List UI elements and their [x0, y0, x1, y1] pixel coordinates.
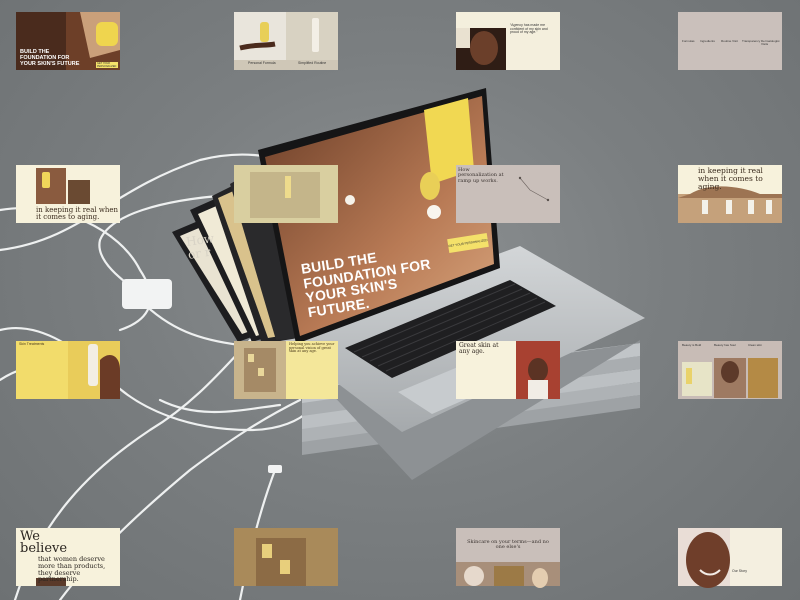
card-r1c2-right-caption: Simplified Routine — [298, 61, 327, 65]
card-r1c4-col4: Transparency — [742, 39, 761, 43]
card-r3c4-col3: Clean skin — [748, 343, 763, 347]
back-screen-text: How or r — [185, 231, 215, 262]
card-r2c1-headline: in keeping it real when it comes to agin… — [36, 206, 118, 222]
card-r2c3-headline: How personalization at ramp up works. — [458, 167, 504, 184]
card-r4c1-body: that women deserve more than products, t… — [38, 555, 106, 584]
card-r1c4-col3: Routine Visit — [721, 39, 738, 43]
card-r3c4-col1: Beauty is Bold — [682, 343, 702, 347]
card-r3c3-headline: Great skin at any age. — [459, 342, 499, 356]
card-r1c4-col5: Dermatologist Visits — [761, 39, 780, 47]
card-r2c4-headline: in keeping it real when it comes to agin… — [698, 166, 763, 191]
card-r3c1-label: Skin Treatments — [19, 342, 45, 346]
card-r3c2-headline: Helping you achieve your personal vision… — [289, 342, 335, 354]
card-r4c1-line2: believe — [20, 541, 68, 556]
card-r1c1-headline: BUILD THE FOUNDATION FOR YOUR SKIN'S FUT… — [20, 49, 80, 67]
card-r1c3-quote: “Agency has made me confident of my skin… — [510, 23, 548, 35]
card-r3c4-col2: Beauty has Soul — [714, 343, 736, 347]
card-r4c3-headline: Skincare on your terms—and no one else's — [467, 539, 549, 551]
card-r1c4-col2: Ingredients — [700, 39, 715, 43]
card-r1c2-left-caption: Personal Formula — [248, 61, 276, 65]
power-adapter — [122, 279, 172, 309]
card-r4c4-label: Our Story — [732, 569, 747, 573]
card-r1c4-col1: Formulas — [682, 39, 695, 43]
card-r1c1-button[interactable]: GET YOUR PERSONALIZED — [97, 62, 119, 68]
